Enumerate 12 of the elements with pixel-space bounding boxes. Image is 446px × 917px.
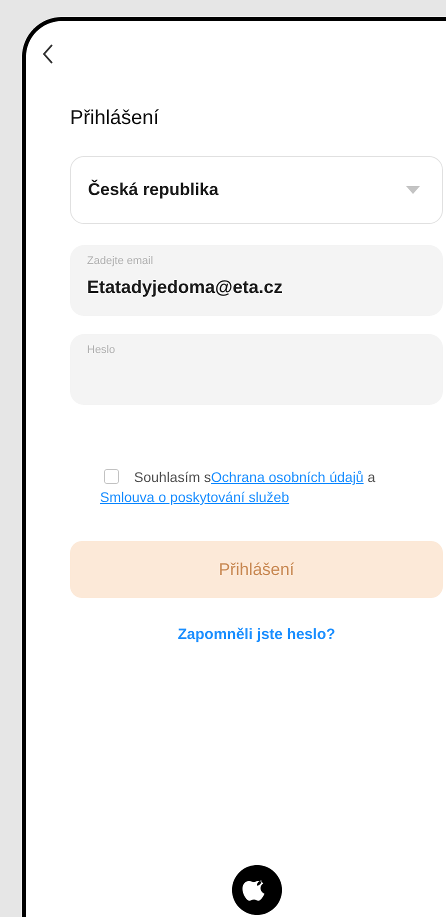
consent-joiner: a [368, 469, 376, 485]
apple-icon[interactable] [232, 865, 282, 915]
terms-link[interactable]: Smlouva o poskytování služeb [100, 489, 290, 505]
email-field[interactable]: Zadejte email Etatadyjedoma@eta.cz [70, 245, 443, 316]
page-title: Přihlášení [70, 107, 160, 130]
consent-text: Souhlasím s [134, 469, 212, 485]
privacy-link[interactable]: Ochrana osobních údajů [211, 469, 364, 485]
forgot-password-link[interactable]: Zapomněli jste heslo? [178, 626, 336, 643]
password-field[interactable]: Heslo [70, 334, 443, 405]
country-select[interactable]: Česká republika [70, 156, 443, 224]
dropdown-caret-icon [406, 186, 420, 194]
consent-checkbox[interactable] [104, 469, 119, 484]
